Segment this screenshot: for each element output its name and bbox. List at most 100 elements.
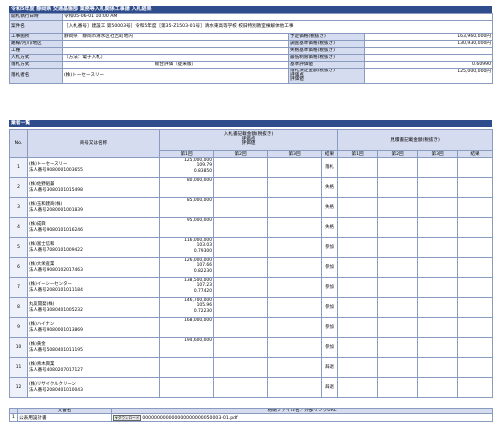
- bidder-no: 8: [9, 297, 28, 318]
- estimate-group-header: 見積書記載金額(税抜き): [337, 129, 494, 151]
- award-method-label: 落札方式: [9, 61, 63, 69]
- est-round3-cell: [417, 337, 459, 358]
- est-round1-header: 第1回: [337, 150, 379, 158]
- award-labels: 落札決定金額(税抜き) 評価点 評価値: [288, 68, 365, 84]
- place-value: 静岡県 静岡市清水区社吉町地内: [62, 33, 289, 41]
- bid-amount-group-header: 入札書記載金額(税抜き) 評価点 評価値: [158, 129, 339, 151]
- download-button[interactable]: ▼ダウンロード: [113, 414, 142, 421]
- bid-result-header: 結果: [320, 150, 339, 158]
- bid-round3-cell: [267, 157, 322, 178]
- bidder-corp-number: 法人番号3080401005232: [29, 307, 83, 313]
- est-round1-cell: [337, 217, 379, 238]
- est-result-cell: [457, 317, 494, 338]
- bidder-corp-number: 法人番号2080401010043: [29, 387, 83, 393]
- bidder-row: 1 (株)トーセースリー 法人番号9080001003655 125,000,000 1…: [9, 157, 494, 178]
- bid-round3-header: 第3回: [267, 150, 322, 158]
- bid-evaluation: 0.79300: [193, 248, 212, 254]
- bid-round2-cell: [213, 257, 268, 278]
- planned-price-label: 予定価格(税抜き): [288, 33, 365, 41]
- bid-amount: 80,000,000: [186, 178, 212, 184]
- est-result-cell: [457, 217, 494, 238]
- planned-price-value: 163,960,000円: [363, 33, 494, 41]
- est-round2-cell: [377, 197, 419, 218]
- bidder-no: 2: [9, 177, 28, 198]
- doc-file-name[interactable]: 000000000000000000000050003-01.pdf: [142, 416, 237, 421]
- est-round1-cell: [337, 377, 379, 398]
- est-round2-cell: [377, 277, 419, 298]
- est-round1-cell: [337, 177, 379, 198]
- open-date-value: 令和05-06-01 10:00 AM: [61, 13, 494, 21]
- bidder-no: 11: [9, 357, 28, 378]
- bidder-no: 6: [9, 257, 28, 278]
- est-round2-cell: [377, 177, 419, 198]
- bid-result: 失格: [320, 197, 339, 218]
- est-round1-cell: [337, 197, 379, 218]
- bidder-no: 9: [9, 317, 28, 338]
- case-info-table: 開札執行日時 令和05-06-01 10:00 AM 案件名 ［入札番号］建設工…: [9, 13, 494, 84]
- bidder-name-cell: 丸友開発(株) 法人番号3080401005232: [27, 297, 160, 318]
- bid-evaluation: 0.77420: [193, 288, 212, 294]
- bidders-table: No. 商号又は名称 入札書記載金額(税抜き) 評価点 評価値 見積書記載金額(…: [9, 129, 494, 398]
- award-value-label: 評価値: [290, 77, 304, 83]
- work-type-value: [62, 47, 289, 55]
- disqualify-price-label: 失格基準価格(税抜き): [288, 47, 365, 55]
- bidder-name-cell: (株)リサイクルクリーン 法人番号2080401010043: [27, 377, 160, 398]
- bid-round1-cell: 146,700,000 105.96 0.72230: [159, 297, 214, 318]
- bid-result: 参加: [320, 277, 339, 298]
- est-round1-cell: [337, 277, 379, 298]
- bid-result: 参加: [320, 317, 339, 338]
- est-result-cell: [457, 337, 494, 358]
- est-round3-cell: [417, 357, 459, 378]
- bid-round3-cell: [267, 257, 322, 278]
- est-round2-header: 第2回: [377, 150, 419, 158]
- bidder-row: 9 (株)ハイナン 法人番号9080001013869 168,000,000 参加: [9, 317, 494, 338]
- bidder-no: 3: [9, 197, 28, 218]
- bid-round1-cell: 95,000,000: [159, 217, 214, 238]
- est-round1-cell: [337, 317, 379, 338]
- bidder-corp-number: 法人番号3080101015498: [29, 187, 83, 193]
- bidder-name-cell: (株)イーシーセンター 法人番号2080101011184: [27, 277, 160, 298]
- bidder-corp-number: 法人番号9080001003655: [29, 167, 83, 173]
- est-result-cell: [457, 197, 494, 218]
- est-result-cell: [457, 377, 494, 398]
- est-round1-cell: [337, 337, 379, 358]
- bidder-row: 6 (株)大栄産業 法人番号9080102017463 126,000,000 107.…: [9, 257, 494, 278]
- est-round3-cell: [417, 157, 459, 178]
- bid-round1-header: 第1回: [159, 150, 214, 158]
- bidder-name-cell: (株)大栄産業 法人番号9080102017463: [27, 257, 160, 278]
- bidder-name-cell: (株)成興 法人番号9080101016246: [27, 217, 160, 238]
- bidder-name-cell: (株)青木興業 法人番号4080207017127: [27, 357, 160, 378]
- est-result-cell: [457, 157, 494, 178]
- est-result-cell: [457, 297, 494, 318]
- winner-label: 落札者名: [9, 68, 63, 84]
- bid-amount: 168,000,000: [184, 318, 212, 324]
- est-round3-cell: [417, 317, 459, 338]
- min-price-value: [363, 54, 494, 62]
- est-result-cell: [457, 277, 494, 298]
- est-round2-cell: [377, 217, 419, 238]
- bid-round3-cell: [267, 177, 322, 198]
- bid-method-label: 入札方式: [9, 54, 63, 62]
- survey-price-label: 調査基準価格(税抜き): [288, 40, 365, 48]
- bidder-row: 8 丸友開発(株) 法人番号3080401005232 146,700,000 105.…: [9, 297, 494, 318]
- docs-area: 文書名 格納ファイル名／外部リンクURL 1 公表用設計書 ▼ダウンロード 000…: [9, 408, 493, 422]
- est-round3-header: 第3回: [417, 150, 459, 158]
- bid-result: 参加: [320, 257, 339, 278]
- bidder-name-cell: (株)ハイナン 法人番号9080001013869: [27, 317, 160, 338]
- est-round2-cell: [377, 357, 419, 378]
- bid-round2-cell: [213, 357, 268, 378]
- bid-round3-cell: [267, 357, 322, 378]
- est-round3-cell: [417, 297, 459, 318]
- bid-round3-cell: [267, 337, 322, 358]
- est-round2-cell: [377, 377, 419, 398]
- bid-round2-cell: [213, 317, 268, 338]
- bid-result: 失格: [320, 217, 339, 238]
- disqualify-price-value: [363, 47, 494, 55]
- est-round3-cell: [417, 277, 459, 298]
- bidder-row: 10 (株)黄金 法人番号5080401011195 194,600,000 参加: [9, 337, 494, 358]
- open-date-label: 開札執行日時: [9, 13, 63, 21]
- est-result-cell: [457, 357, 494, 378]
- bid-round3-cell: [267, 317, 322, 338]
- area-label: 路線/河川/地区: [9, 40, 63, 48]
- bid-amount: 194,600,000: [184, 338, 212, 344]
